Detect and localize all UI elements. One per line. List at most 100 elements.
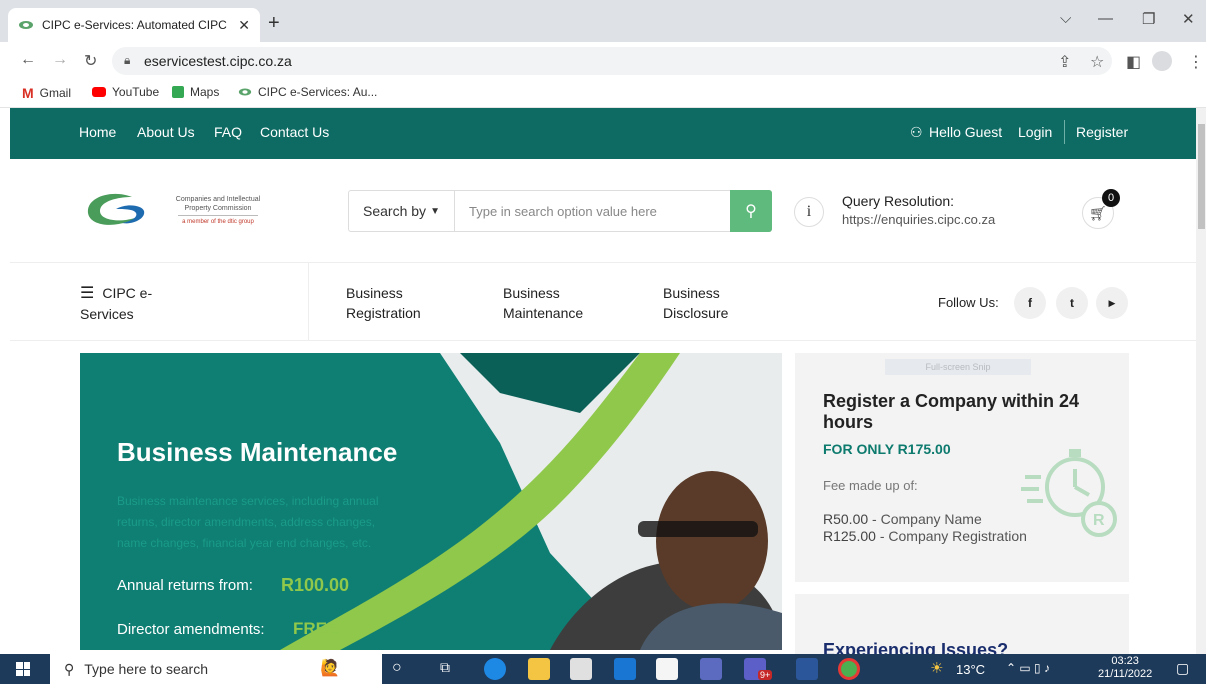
browser-tab-strip: CIPC e-Services: Automated CIPC ✕ + ⌵ — … bbox=[0, 0, 1206, 42]
fee-breakdown: R50.00 - Company Name R125.00 - Company … bbox=[823, 511, 1027, 545]
mail-icon[interactable] bbox=[570, 658, 592, 680]
menu-item-label: Registration bbox=[346, 305, 421, 321]
address-bar[interactable]: 🔒︎ eservicestest.cipc.co.za bbox=[112, 47, 1112, 75]
bookmark-star-icon[interactable]: ☆ bbox=[1090, 52, 1104, 72]
windows-start-icon[interactable] bbox=[16, 662, 30, 676]
maps-icon bbox=[172, 86, 184, 98]
side-panel-icon[interactable]: ◧ bbox=[1126, 52, 1141, 72]
lock-icon: 🔒︎ bbox=[124, 53, 131, 67]
tab-search-icon[interactable]: ⌵ bbox=[1060, 10, 1071, 27]
search-highlight-icon: 🙋 bbox=[320, 660, 340, 677]
word-icon[interactable] bbox=[796, 658, 818, 680]
browser-tab-title: CIPC e-Services: Automated CIPC bbox=[42, 18, 227, 32]
cipc-logo[interactable]: Companies and Intellectual Property Comm… bbox=[82, 187, 282, 237]
weather-icon[interactable]: ☀ bbox=[930, 659, 943, 677]
follow-us-label: Follow Us: bbox=[938, 295, 999, 310]
cipc-eservices-menu[interactable]: ☰ CIPC e- Services bbox=[80, 283, 300, 324]
cortana-icon[interactable]: ○ bbox=[392, 659, 402, 677]
task-view-icon[interactable]: ⧉ bbox=[440, 659, 450, 676]
search-bar: Search by ▼ ⚲ bbox=[348, 190, 772, 232]
nav-home-link[interactable]: Home bbox=[79, 124, 116, 140]
nav-contact-link[interactable]: Contact Us bbox=[260, 124, 329, 140]
bookmark-maps[interactable]: Maps bbox=[172, 85, 219, 99]
search-icon: ⚲ bbox=[64, 660, 75, 677]
taskbar-search-box[interactable]: ⚲ Type here to search 🙋 bbox=[50, 654, 382, 684]
register-company-card[interactable]: Full-screen Snip R Register a Company wi… bbox=[795, 353, 1129, 582]
back-icon[interactable]: ← bbox=[20, 51, 36, 69]
reload-icon[interactable]: ↻ bbox=[84, 51, 97, 71]
notifications-icon[interactable]: ▢ bbox=[1176, 660, 1189, 677]
director-amendments-value: FREE bbox=[293, 619, 339, 638]
snip-overlay-label: Full-screen Snip bbox=[885, 359, 1031, 375]
youtube-icon[interactable]: ▶ bbox=[1096, 287, 1128, 319]
login-link[interactable]: Login bbox=[1018, 124, 1052, 140]
annual-returns-label: Annual returns from: bbox=[117, 577, 253, 594]
twitter-icon[interactable]: t bbox=[1056, 287, 1088, 319]
clock[interactable]: 03:23 21/11/2022 bbox=[1098, 655, 1152, 681]
file-explorer-icon[interactable] bbox=[528, 658, 550, 680]
weather-temp[interactable]: 13°C bbox=[956, 662, 985, 677]
bookmark-cipc[interactable]: CIPC e-Services: Au... bbox=[238, 85, 377, 99]
bookmark-youtube[interactable]: YouTube bbox=[92, 85, 159, 99]
share-icon[interactable]: ⇪ bbox=[1058, 52, 1071, 72]
register-card-title: Register a Company within 24 hours bbox=[823, 391, 1123, 433]
register-link[interactable]: Register bbox=[1076, 124, 1128, 140]
query-resolution-link[interactable]: https://enquiries.cipc.co.za bbox=[842, 212, 995, 227]
window-close-icon[interactable]: ✕ bbox=[1182, 10, 1195, 28]
forward-icon[interactable]: → bbox=[52, 51, 68, 69]
menu-item-label: Business bbox=[346, 285, 403, 301]
kebab-menu-icon[interactable]: ⋮ bbox=[1188, 52, 1204, 72]
menu-business-registration[interactable]: Business Registration bbox=[346, 283, 421, 323]
menu-item-label: Disclosure bbox=[663, 305, 729, 321]
browser-tab[interactable]: CIPC e-Services: Automated CIPC ✕ bbox=[8, 8, 260, 42]
nav-about-link[interactable]: About Us bbox=[137, 124, 195, 140]
menu-business-maintenance[interactable]: Business Maintenance bbox=[503, 283, 583, 323]
search-by-dropdown[interactable]: Search by ▼ bbox=[349, 191, 455, 231]
edge-icon[interactable] bbox=[484, 658, 506, 680]
store-icon[interactable] bbox=[656, 658, 678, 680]
issues-card[interactable]: Experiencing Issues? bbox=[795, 594, 1129, 654]
fee-label: Fee made up of: bbox=[823, 478, 918, 493]
profile-avatar-icon[interactable] bbox=[1152, 51, 1172, 71]
maximize-icon[interactable]: ❐ bbox=[1142, 10, 1155, 28]
hero-title: Business Maintenance bbox=[117, 437, 398, 467]
register-card-price: FOR ONLY R175.00 bbox=[823, 441, 951, 457]
fee2-amount: R125.00 bbox=[823, 528, 876, 544]
youtube-icon bbox=[92, 87, 106, 97]
annual-returns-value: R100.00 bbox=[281, 575, 350, 595]
close-tab-icon[interactable]: ✕ bbox=[238, 17, 250, 34]
chrome-icon[interactable] bbox=[838, 658, 860, 680]
clock-time: 03:23 bbox=[1111, 655, 1139, 667]
scrollbar-thumb[interactable] bbox=[1198, 124, 1205, 229]
logo-text-line2: Property Commission bbox=[184, 205, 252, 212]
tray-icons[interactable]: ⌃ ▭ ▯ ♪ bbox=[1006, 661, 1050, 675]
menu-business-disclosure[interactable]: Business Disclosure bbox=[663, 283, 728, 323]
eservices-label-line1: CIPC e- bbox=[102, 285, 153, 301]
logo-text-line1: Companies and Intellectual bbox=[175, 196, 261, 203]
minimize-icon[interactable]: — bbox=[1098, 10, 1113, 27]
register-card-title-line: Register a Company within 24 bbox=[823, 391, 1080, 411]
svg-text:R: R bbox=[1093, 512, 1105, 529]
bookmark-gmail[interactable]: M Gmail bbox=[22, 85, 71, 101]
menu-item-label: Business bbox=[663, 285, 720, 301]
windows-taskbar: ⚲ Type here to search 🙋 ○ ⧉ 9+ ☀ 13°C ⌃ … bbox=[0, 654, 1206, 684]
search-input[interactable] bbox=[455, 191, 731, 231]
eservices-label-line2: Services bbox=[80, 306, 134, 322]
security-icon[interactable] bbox=[700, 658, 722, 680]
facebook-icon[interactable]: f bbox=[1014, 287, 1046, 319]
search-button[interactable]: ⚲ bbox=[730, 190, 772, 232]
outlook-icon[interactable] bbox=[614, 658, 636, 680]
nav-divider bbox=[1064, 120, 1065, 144]
menu-divider bbox=[308, 263, 309, 341]
register-card-title-line: hours bbox=[823, 412, 874, 432]
cipc-logo-mark bbox=[87, 193, 145, 225]
new-tab-icon[interactable]: + bbox=[268, 12, 280, 35]
nav-faq-link[interactable]: FAQ bbox=[214, 124, 242, 140]
director-amendments-label: Director amendments: bbox=[117, 621, 265, 638]
taskbar-search-placeholder: Type here to search bbox=[84, 661, 209, 677]
issues-card-title: Experiencing Issues? bbox=[823, 640, 1009, 654]
menu-item-label: Maintenance bbox=[503, 305, 584, 321]
bookmark-label: CIPC e-Services: Au... bbox=[258, 85, 378, 99]
site-top-nav: Home About Us FAQ Contact Us ⚇ Hello Gue… bbox=[10, 108, 1196, 159]
site-header: Companies and Intellectual Property Comm… bbox=[10, 159, 1196, 263]
